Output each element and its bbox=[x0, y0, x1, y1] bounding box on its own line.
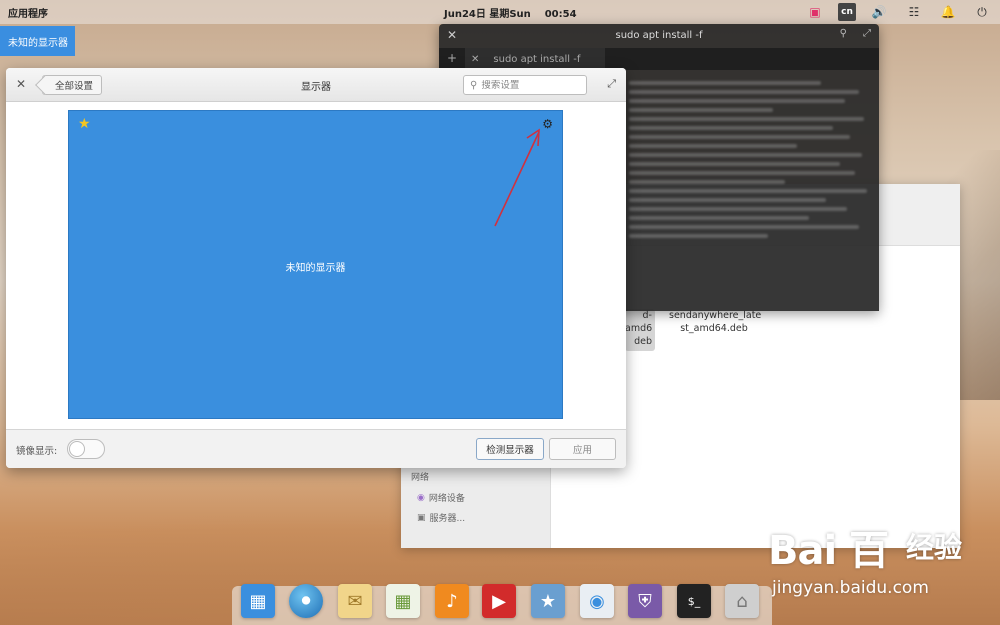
file-item-selected[interactable]: d- amd6 deb bbox=[625, 309, 655, 351]
terminal-tabbar: + ✕ sudo apt install -f bbox=[439, 48, 879, 70]
maximize-icon[interactable]: ⤢ bbox=[863, 28, 871, 39]
terminal-tab[interactable]: ✕ sudo apt install -f bbox=[465, 48, 605, 70]
monitor-identify-tag: 未知的显示器 bbox=[0, 26, 75, 56]
applications-menu[interactable]: 应用程序 bbox=[8, 5, 48, 20]
network-globe-icon: ◉ bbox=[417, 492, 425, 503]
settings-footer: 镜像显示: 检测显示器 应用 bbox=[6, 429, 626, 468]
network-icon[interactable]: ☷ bbox=[905, 3, 923, 21]
terminal-icon[interactable]: $_ bbox=[677, 584, 711, 618]
detect-displays-button[interactable]: 检测显示器 bbox=[476, 438, 544, 460]
annotation-arrow bbox=[494, 128, 540, 227]
add-tab-icon[interactable]: + bbox=[447, 51, 457, 65]
watermark-url: jingyan.baidu.com bbox=[772, 578, 929, 598]
terminal-title: sudo apt install -f bbox=[615, 30, 703, 41]
watermark-logo: Bai 百 bbox=[768, 528, 889, 574]
browser-icon[interactable]: ⚫ bbox=[289, 584, 323, 618]
mail-icon[interactable]: ✉ bbox=[338, 584, 372, 618]
file-item[interactable]: sendanywhere_late st_amd64.deb bbox=[669, 309, 761, 335]
apply-button[interactable]: 应用 bbox=[549, 438, 616, 460]
notification-app-icon[interactable]: ▣ bbox=[806, 3, 824, 21]
mirror-display-toggle[interactable] bbox=[67, 439, 105, 459]
terminal-titlebar: ✕ sudo apt install -f ⚲ ⤢ bbox=[439, 24, 879, 48]
close-tab-icon[interactable]: ✕ bbox=[471, 54, 479, 65]
sidebar-item-label: 服务器... bbox=[429, 514, 466, 524]
sidebar-section-network: 网络 bbox=[411, 473, 430, 483]
photos-icon[interactable]: ★ bbox=[531, 584, 565, 618]
sidebar-item-servers[interactable]: ▣ 服务器... bbox=[417, 511, 466, 525]
top-panel: 应用程序 Jun24日 星期Sun 00:54 ▣ cn 🔊 ☷ 🔔 ⏻ bbox=[0, 0, 1000, 24]
input-method-indicator[interactable]: cn bbox=[838, 3, 856, 21]
baidu-jingyan-watermark: Bai 百 经验 jingyan.baidu.com bbox=[768, 518, 993, 600]
multitasking-view-icon[interactable]: ▦ bbox=[241, 584, 275, 618]
sidebar-item-network-devices[interactable]: ◉ 网络设备 bbox=[417, 491, 465, 505]
app-center-icon[interactable]: ⛨ bbox=[628, 584, 662, 618]
music-icon[interactable]: ♪ bbox=[435, 584, 469, 618]
volume-icon[interactable]: 🔊 bbox=[870, 3, 888, 21]
files-icon[interactable]: ⌂ bbox=[725, 584, 759, 618]
search-icon[interactable]: ⚲ bbox=[840, 28, 847, 39]
mirror-display-label: 镜像显示: bbox=[16, 446, 58, 457]
server-icon: ▣ bbox=[417, 512, 426, 523]
videos-icon[interactable]: ▶ bbox=[482, 584, 516, 618]
toggle-knob bbox=[69, 441, 85, 457]
power-icon[interactable]: ⏻ bbox=[973, 3, 991, 21]
clock[interactable]: Jun24日 星期Sun 00:54 bbox=[444, 5, 577, 20]
display-settings-window: ✕ 全部设置 显示器 ⚲ ⤢ ★ ⚙ 未知的显示器 镜像显示: 检测显示器 应用 bbox=[6, 68, 626, 468]
notifications-bell-icon[interactable]: 🔔 bbox=[939, 3, 957, 21]
calendar-icon[interactable]: ▦ bbox=[386, 584, 420, 618]
terminal-output[interactable] bbox=[629, 76, 869, 306]
sidebar-item-label: 网络设备 bbox=[428, 494, 465, 504]
terminal-tab-label: sudo apt install -f bbox=[493, 53, 581, 65]
watermark-brand: 经验 bbox=[906, 531, 963, 564]
system-settings-icon[interactable]: ◉ bbox=[580, 584, 614, 618]
